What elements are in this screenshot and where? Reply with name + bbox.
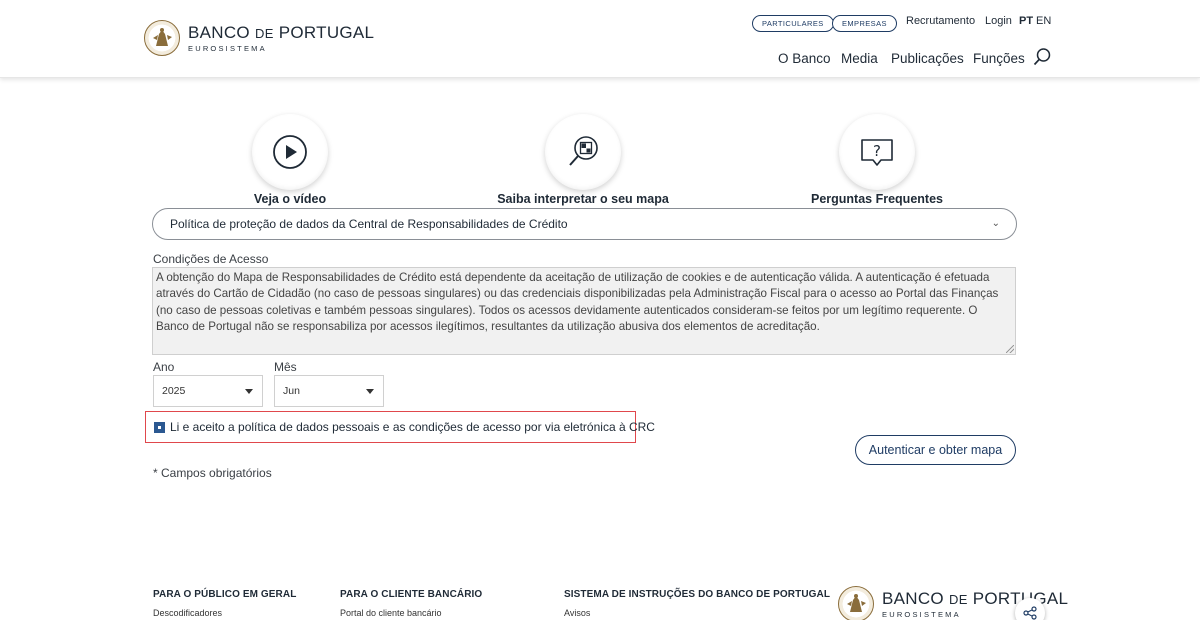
nav-media[interactable]: Media (841, 51, 878, 66)
footer-column-publico: PARA O PÚBLICO EM GERAL Descodificadores (153, 589, 296, 618)
consent-highlight-box: Li e aceito a política de dados pessoais… (145, 411, 655, 443)
footer-column-cliente: PARA O CLIENTE BANCÁRIO Portal do client… (340, 589, 482, 618)
conditions-label: Condições de Acesso (153, 252, 269, 266)
caret-down-icon (245, 389, 253, 394)
mes-select[interactable]: Jun (274, 375, 384, 407)
footer-link-portal[interactable]: Portal do cliente bancário (340, 608, 482, 618)
nav-o-banco[interactable]: O Banco (778, 51, 831, 66)
feature-video[interactable]: Veja o vídeo (180, 114, 400, 206)
site-header: BANCO DE PORTUGAL EUROSISTEMA PARTICULAR… (0, 0, 1200, 78)
feature-mapa-label[interactable]: Saiba interpretar o seu mapa (473, 192, 693, 206)
footer-heading: PARA O PÚBLICO EM GERAL (153, 589, 297, 600)
chevron-down-icon: ⌄ (991, 218, 1000, 229)
caret-down-icon (366, 389, 374, 394)
footer-column-instrucoes: SISTEMA DE INSTRUÇÕES DO BANCO DE PORTUG… (564, 589, 830, 618)
mes-label: Mês (274, 360, 297, 374)
consent-label[interactable]: Li e aceito a política de dados pessoais… (170, 420, 655, 434)
play-icon (273, 135, 307, 169)
map-circle[interactable] (545, 114, 621, 190)
share-icon[interactable] (1015, 598, 1045, 620)
logo-title: BANCO DE PORTUGAL (188, 22, 375, 42)
play-circle[interactable] (252, 114, 328, 190)
feature-faq[interactable]: ? Perguntas Frequentes (767, 114, 987, 206)
ano-value: 2025 (162, 385, 186, 397)
banco-de-portugal-logo[interactable]: BANCO DE PORTUGAL EUROSISTEMA (144, 20, 374, 56)
nav-funcoes[interactable]: Funções (973, 51, 1025, 66)
feature-video-label[interactable]: Veja o vídeo (180, 192, 400, 206)
faq-circle[interactable]: ? (839, 114, 915, 190)
magnifier-map-icon (569, 136, 598, 166)
logo-seal-icon (838, 586, 874, 620)
resize-grip-icon[interactable] (1006, 345, 1014, 353)
mes-value: Jun (283, 385, 300, 397)
authenticate-button[interactable]: Autenticar e obter mapa (855, 435, 1016, 465)
lang-en-link[interactable]: EN (1036, 15, 1051, 27)
question-bubble-icon: ? (861, 139, 893, 166)
conditions-textarea[interactable]: A obtenção do Mapa de Responsabilidades … (152, 267, 1016, 355)
footer-link-descodificadores[interactable]: Descodificadores (153, 608, 296, 618)
ano-label: Ano (153, 360, 175, 374)
logo-seal-icon (144, 20, 180, 56)
feature-interpretar-mapa[interactable]: Saiba interpretar o seu mapa (473, 114, 693, 206)
consent-checkbox[interactable] (154, 422, 165, 433)
feature-faq-label[interactable]: Perguntas Frequentes (767, 192, 987, 206)
svg-text:?: ? (873, 142, 881, 160)
ano-select[interactable]: 2025 (153, 375, 263, 407)
search-icon[interactable] (1032, 47, 1052, 67)
required-fields-note: * Campos obrigatórios (153, 466, 272, 480)
empresas-button[interactable]: EMPRESAS (832, 15, 897, 32)
login-link[interactable]: Login (985, 15, 1012, 27)
footer-link-avisos[interactable]: Avisos (564, 608, 830, 618)
nav-publicacoes[interactable]: Publicações (891, 51, 964, 66)
particulares-button[interactable]: PARTICULARES (752, 15, 834, 32)
policy-dropdown[interactable]: Política de proteção de dados da Central… (152, 208, 1017, 240)
policy-dropdown-value: Política de proteção de dados da Central… (170, 217, 568, 231)
logo-subtitle: EUROSISTEMA (188, 43, 267, 53)
recrutamento-link[interactable]: Recrutamento (906, 15, 975, 27)
footer-heading: SISTEMA DE INSTRUÇÕES DO BANCO DE PORTUG… (564, 589, 831, 600)
lang-pt-link[interactable]: PT (1019, 15, 1033, 27)
conditions-text: A obtenção do Mapa de Responsabilidades … (156, 271, 999, 333)
footer-heading: PARA O CLIENTE BANCÁRIO (340, 589, 483, 600)
